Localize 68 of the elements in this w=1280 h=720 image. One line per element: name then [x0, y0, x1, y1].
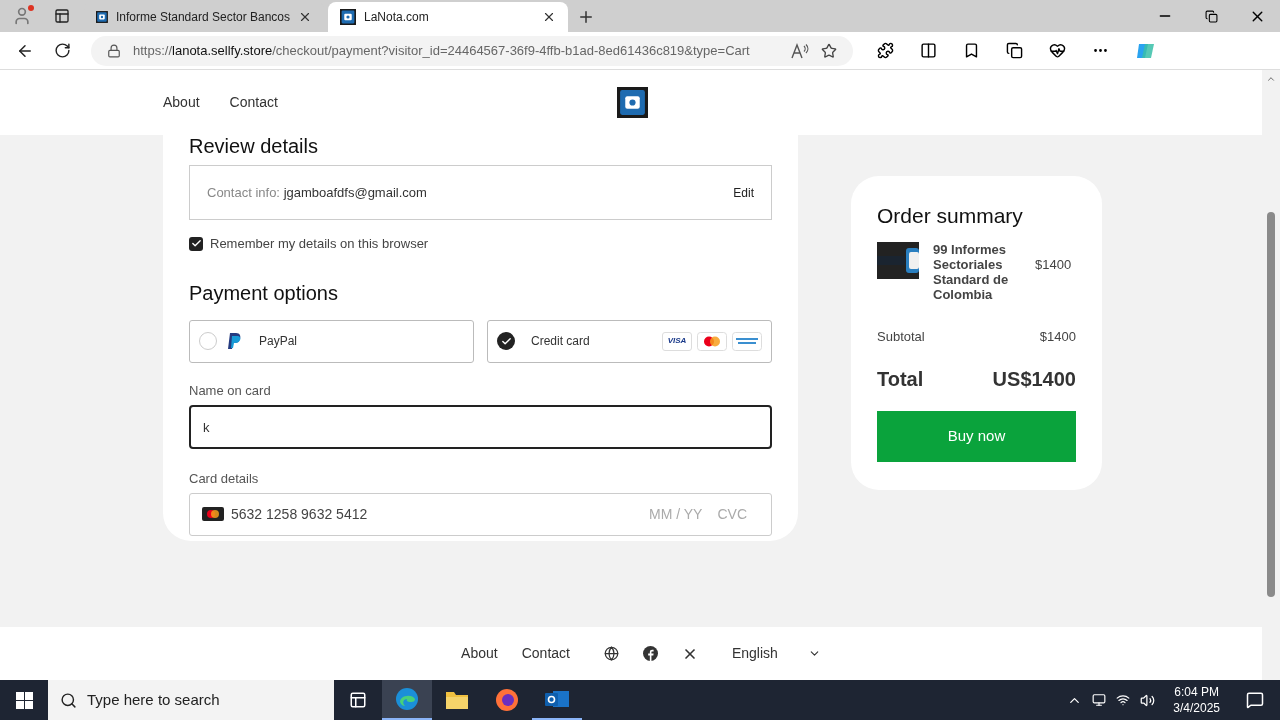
checkbox-label: Remember my details on this browser — [210, 235, 429, 253]
section-title: Review details — [189, 134, 319, 159]
option-label: Credit card — [531, 333, 591, 350]
network-icon[interactable] — [1116, 693, 1131, 707]
browser-tab[interactable]: LaNota.com — [328, 2, 568, 32]
collections-icon[interactable] — [1006, 42, 1023, 59]
subtotal-label: Subtotal — [877, 327, 925, 346]
option-label: PayPal — [259, 333, 299, 350]
contact-info: Contact info: jgamboafdfs@gmail.com — [207, 183, 428, 202]
product-name: 99 Informes Sectoriales Standard de Colombia — [933, 241, 1010, 302]
clock[interactable]: 6:04 PM 3/4/2025 — [1173, 684, 1220, 716]
close-icon[interactable] — [542, 10, 556, 24]
language-select[interactable]: English — [731, 643, 821, 664]
footer-link[interactable]: Contact — [521, 643, 570, 664]
address-bar[interactable]: https://lanota.sellfy.store/checkout/payment?visitor_id=24464567-36f9-4ffb-b1ad-8ed61436c819&type=Cart — [91, 35, 853, 66]
radio-button[interactable] — [497, 332, 515, 350]
restore-icon[interactable] — [1204, 9, 1218, 23]
close-icon[interactable] — [298, 10, 312, 24]
taskbar-search[interactable]: Type here to search — [48, 680, 334, 720]
reload-icon[interactable] — [54, 42, 71, 59]
outlook-icon[interactable] — [545, 688, 569, 710]
payment-option[interactable]: Credit card VISA — [487, 319, 772, 363]
footer-link[interactable]: About — [461, 643, 498, 664]
task-view-icon[interactable] — [349, 691, 367, 709]
extensions-icon[interactable] — [877, 42, 894, 59]
nav-link[interactable]: Contact — [229, 92, 278, 113]
tab-actions-icon[interactable] — [54, 8, 70, 24]
favorite-icon[interactable] — [821, 42, 837, 59]
volume-icon[interactable] — [1140, 692, 1156, 708]
browser-essentials-icon[interactable] — [1049, 42, 1066, 59]
card-details-field[interactable]: 5632 1258 9632 5412 MM / YY CVC — [189, 492, 772, 536]
profile-icon[interactable] — [12, 6, 32, 26]
mastercard-icon — [202, 507, 224, 521]
new-tab-icon[interactable] — [577, 8, 595, 26]
total-label: Total — [877, 367, 924, 392]
subtotal-value: $1400 — [1039, 327, 1076, 346]
logo-icon[interactable] — [617, 87, 648, 118]
lock-icon — [107, 43, 121, 58]
payment-option[interactable]: PayPal — [189, 319, 474, 363]
name-input[interactable]: k — [189, 405, 772, 449]
split-screen-icon[interactable] — [920, 42, 937, 59]
device-icon[interactable] — [1092, 693, 1107, 707]
edit-link[interactable]: Edit — [733, 183, 754, 202]
notifications-icon[interactable] — [1246, 691, 1264, 709]
mastercard-icon — [697, 331, 727, 351]
product-price: $1400 — [1035, 255, 1072, 274]
section-title: Payment options — [189, 280, 339, 306]
nav-link[interactable]: About — [163, 92, 200, 113]
logo-icon[interactable] — [96, 9, 108, 25]
favorites-icon[interactable] — [963, 42, 980, 59]
folder-icon[interactable] — [445, 690, 469, 710]
card-brand-logo: VISA — [662, 331, 692, 351]
scrollbar-thumb[interactable] — [1267, 212, 1275, 597]
total-value: US$1400 — [992, 367, 1076, 392]
checkbox[interactable] — [189, 236, 203, 251]
logo-icon[interactable] — [340, 9, 356, 25]
edge-icon[interactable] — [395, 687, 419, 711]
summary-title: Order summary — [877, 203, 1024, 229]
field-label: Name on card — [189, 381, 272, 400]
check-icon — [500, 335, 512, 347]
facebook-icon[interactable] — [642, 646, 658, 661]
search-icon — [60, 691, 77, 709]
start-icon[interactable] — [15, 691, 33, 709]
field-label: Card details — [189, 470, 260, 488]
read-aloud-icon[interactable] — [791, 42, 809, 59]
globe-icon[interactable] — [603, 646, 619, 661]
paypal-icon — [227, 332, 243, 350]
scroll-up-icon[interactable] — [1266, 74, 1276, 84]
